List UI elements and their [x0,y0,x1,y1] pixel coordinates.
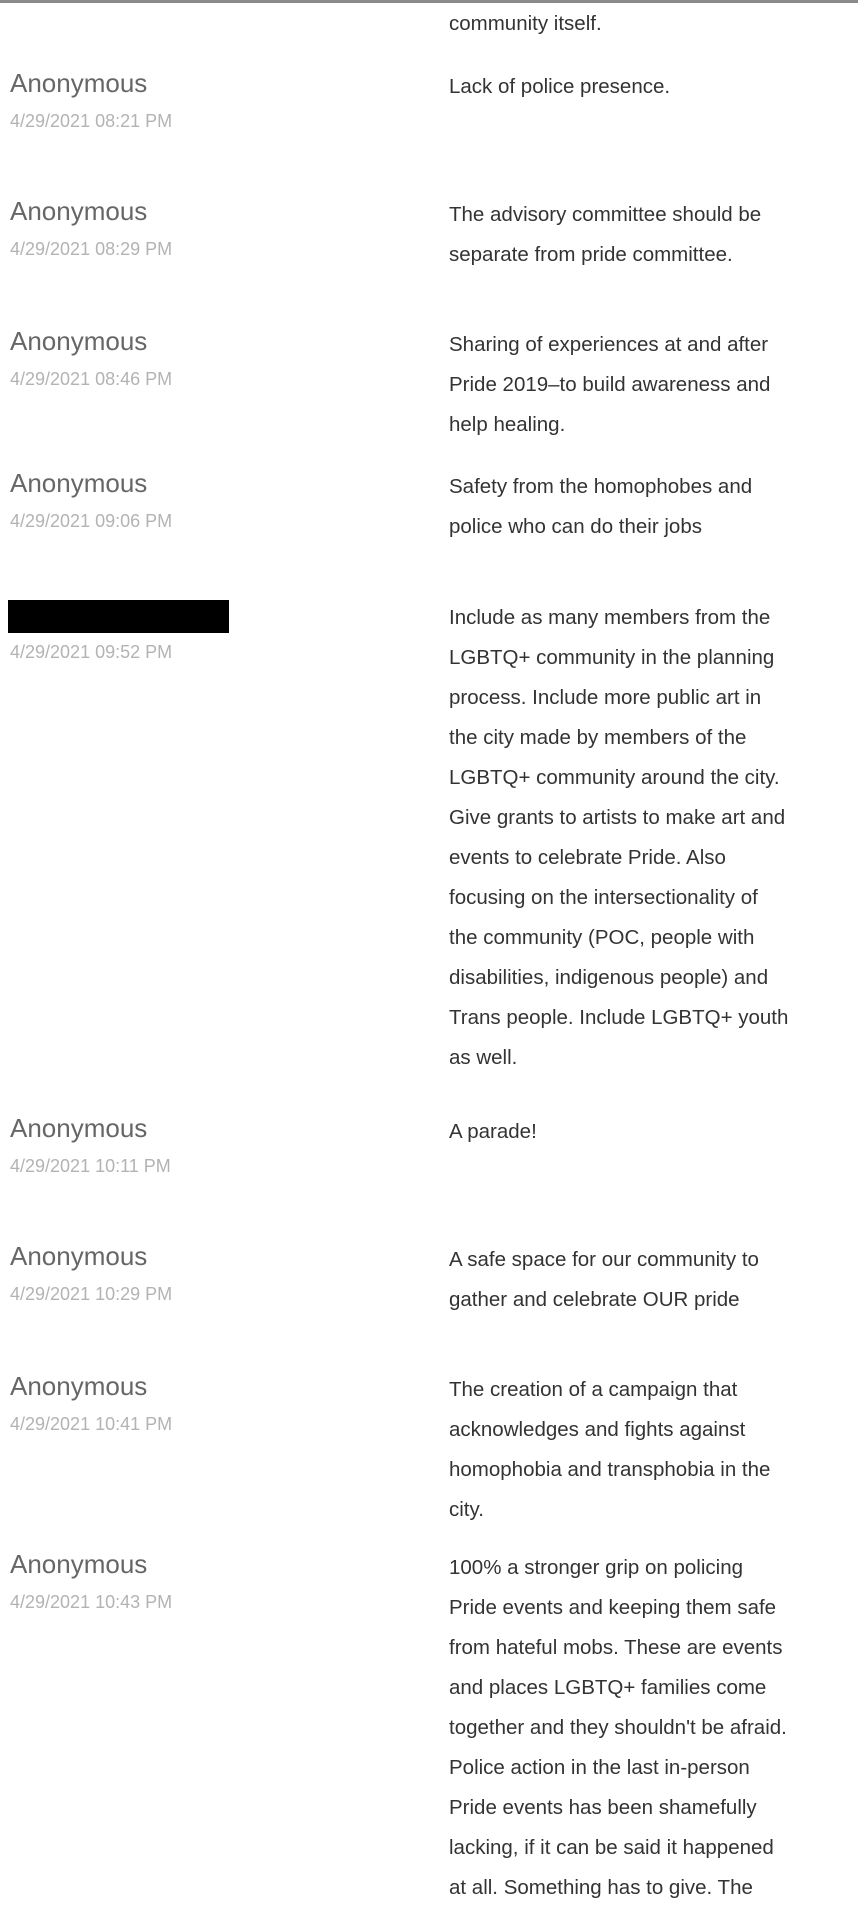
response-line: focusing on the intersectionality of [449,886,758,909]
response-line: at all. Something has to give. The [449,1876,753,1899]
response-line: the community (POC, people with [449,926,755,949]
response-line: Trans people. Include LGBTQ+ youth [449,1006,789,1029]
response-line: community itself. [449,12,602,35]
response-line: Lack of police presence. [449,75,671,98]
comment-response: Sharing of experiences at and after Prid… [449,325,858,445]
response-line: Police action in the last in-person [449,1756,750,1779]
redacted-author-block [8,600,229,633]
response-line: A safe space for our community to [449,1248,759,1271]
comment-timestamp: 4/29/2021 08:46 PM [10,369,173,389]
comment-response: A parade! [449,1112,858,1152]
response-line: gather and celebrate OUR pride [449,1288,740,1311]
comment-response: The advisory committee should be separat… [449,195,858,275]
response-line: Give grants to artists to make art and [449,806,786,829]
response-line: Pride events and keeping them safe [449,1596,777,1619]
comment-timestamp: 4/29/2021 10:41 PM [10,1414,173,1434]
comment-timestamp: 4/29/2021 09:06 PM [10,511,173,531]
comment-response: Include as many members from the LGBTQ+ … [449,598,858,1078]
response-line: 100% a stronger grip on policing [449,1556,744,1579]
response-line: Sharing of experiences at and after [449,333,769,356]
response-line: Pride 2019–to build awareness and [449,373,771,396]
response-line: disabilities, indigenous people) and [449,966,769,989]
response-line: together and they shouldn't be afraid. [449,1716,787,1739]
response-line: and places LGBTQ+ families come [449,1676,767,1699]
comment-timestamp: 4/29/2021 09:52 PM [10,642,173,662]
response-line: lacking, if it can be said it happened [449,1836,774,1859]
comment-response: The creation of a campaign that acknowle… [449,1370,858,1530]
response-line: LGBTQ+ community in the planning [449,646,775,669]
comment-response: 100% a stronger grip on policing Pride e… [449,1548,858,1908]
comment-response: Safety from the homophobes and police wh… [449,467,858,547]
response-line: help healing. [449,413,566,436]
response-line: Pride events has been shamefully [449,1796,757,1819]
response-line: as well. [449,1046,518,1069]
response-line: separate from pride committee. [449,243,733,266]
comment-response: A safe space for our community to gather… [449,1240,858,1320]
comment-timestamp: 4/29/2021 10:11 PM [10,1156,171,1176]
top-divider [0,0,858,3]
comment-author: Anonymous [10,326,148,356]
comment-author: Anonymous [10,1241,148,1271]
comment-timestamp: 4/29/2021 08:21 PM [10,111,173,131]
comment-timestamp: 4/29/2021 10:29 PM [10,1284,173,1304]
response-line: The advisory committee should be [449,203,762,226]
response-line: city. [449,1498,484,1521]
comment-author: Anonymous [10,1371,148,1401]
response-line: LGBTQ+ community around the city. [449,766,780,789]
comment-author: Anonymous [10,468,148,498]
comment-response: community itself. [449,4,858,44]
response-line: the city made by members of the [449,726,747,749]
response-line: Include as many members from the [449,606,771,629]
response-line: The creation of a campaign that [449,1378,738,1401]
comment-author: Anonymous [10,1549,148,1579]
comment-timestamp: 4/29/2021 08:29 PM [10,239,173,259]
comment-timestamp: 4/29/2021 10:43 PM [10,1592,173,1612]
response-line: events to celebrate Pride. Also [449,846,726,869]
response-line: from hateful mobs. These are events [449,1636,783,1659]
response-line: A parade! [449,1120,537,1143]
comment-response: Lack of police presence. [449,67,858,107]
response-line: Safety from the homophobes and [449,475,753,498]
comment-author: Anonymous [10,196,148,226]
response-line: police who can do their jobs [449,515,702,538]
comment-author: Anonymous [10,1113,148,1143]
response-line: homophobia and transphobia in the [449,1458,771,1481]
response-line: acknowledges and fights against [449,1418,746,1441]
comment-author: Anonymous [10,68,148,98]
response-line: process. Include more public art in [449,686,762,709]
